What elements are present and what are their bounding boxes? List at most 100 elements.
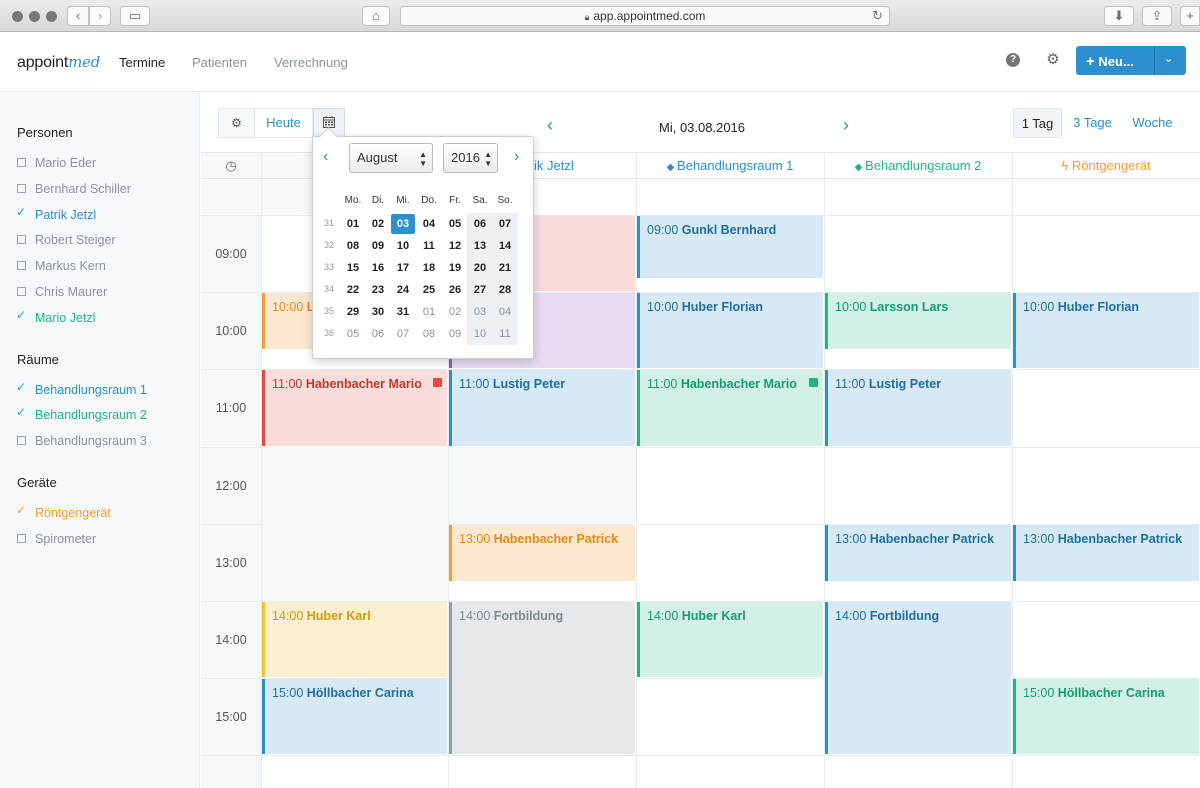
- date-cell[interactable]: 30: [366, 302, 390, 322]
- sidebar-item[interactable]: Behandlungsraum 1: [16, 380, 147, 397]
- sidebar-item[interactable]: Mario Jetzl: [16, 308, 95, 325]
- column-header[interactable]: ◆ Behandlungsraum 1: [636, 152, 824, 179]
- date-cell[interactable]: 08: [417, 324, 441, 344]
- appointment[interactable]: 15:00 Höllbacher Carina: [262, 679, 447, 755]
- date-cell[interactable]: 08: [341, 236, 365, 256]
- next-day-button[interactable]: ›: [843, 115, 849, 136]
- sidebar-item[interactable]: Mario Eder: [17, 156, 96, 170]
- checked-checkbox-icon[interactable]: [16, 405, 26, 419]
- date-cell[interactable]: 05: [443, 214, 467, 234]
- column-header[interactable]: ◆ Behandlungsraum 2: [824, 152, 1012, 179]
- date-cell[interactable]: 13: [468, 236, 492, 256]
- sidebar-item[interactable]: Behandlungsraum 2: [16, 405, 147, 422]
- date-cell[interactable]: 02: [443, 302, 467, 322]
- date-cell[interactable]: 06: [468, 214, 492, 234]
- close-window-button[interactable]: [12, 11, 23, 22]
- date-cell[interactable]: 04: [493, 302, 517, 322]
- sidebar-toggle-button[interactable]: ▭: [120, 6, 150, 26]
- sidebar-item[interactable]: Bernhard Schiller: [17, 182, 131, 196]
- year-select[interactable]: 2016 ▲ ▼: [443, 143, 498, 173]
- new-tab-button[interactable]: +: [1180, 6, 1200, 26]
- date-cell[interactable]: 01: [341, 214, 365, 234]
- date-cell[interactable]: 18: [417, 258, 441, 278]
- date-cell[interactable]: 27: [468, 280, 492, 300]
- appointment[interactable]: 14:00 Fortbildung: [449, 602, 635, 755]
- browser-forward-button[interactable]: ›: [89, 6, 111, 26]
- date-cell[interactable]: 12: [443, 236, 467, 256]
- checked-checkbox-icon[interactable]: [16, 380, 26, 394]
- sidebar-item[interactable]: Chris Maurer: [17, 285, 107, 299]
- date-cell[interactable]: 10: [468, 324, 492, 344]
- appointment[interactable]: 15:00 Höllbacher Carina: [1013, 679, 1199, 755]
- checkbox-icon[interactable]: [17, 235, 26, 245]
- share-button[interactable]: ⇪: [1142, 6, 1172, 26]
- home-button[interactable]: ⌂: [362, 6, 390, 26]
- view-3-tage[interactable]: 3 Tage: [1065, 108, 1120, 138]
- date-cell[interactable]: 22: [341, 280, 365, 300]
- date-cell[interactable]: 15: [341, 258, 365, 278]
- checkbox-icon[interactable]: [17, 183, 26, 193]
- new-button[interactable]: + Neu... ⌄: [1076, 46, 1186, 75]
- date-cell[interactable]: 23: [366, 280, 390, 300]
- date-cell[interactable]: 21: [493, 258, 517, 278]
- picker-next-month-button[interactable]: ›: [514, 148, 519, 166]
- date-cell[interactable]: 07: [493, 214, 517, 234]
- note-icon[interactable]: [433, 378, 442, 388]
- date-cell[interactable]: 01: [417, 302, 441, 322]
- appointment[interactable]: 10:00 Larsson Lars: [825, 293, 1011, 350]
- date-cell[interactable]: 25: [417, 280, 441, 300]
- appointment[interactable]: 13:00 Habenbacher Patrick: [825, 524, 1011, 581]
- note-icon[interactable]: [809, 378, 818, 388]
- checkbox-icon[interactable]: [17, 158, 26, 167]
- date-cell[interactable]: 02: [366, 214, 390, 234]
- appointment[interactable]: 13:00 Habenbacher Patrick: [449, 524, 635, 581]
- appointment[interactable]: 11:00 Habenbacher Mario: [637, 370, 823, 446]
- date-cell[interactable]: 26: [443, 280, 467, 300]
- checkbox-icon[interactable]: [17, 261, 26, 271]
- address-bar[interactable]: 🔒︎ app.appointmed.com ↻: [400, 6, 890, 26]
- prev-day-button[interactable]: ‹: [547, 115, 553, 136]
- picker-prev-month-button[interactable]: ‹: [323, 148, 328, 166]
- date-cell[interactable]: 03: [468, 302, 492, 322]
- appointment[interactable]: 14:00 Huber Karl: [637, 602, 823, 678]
- sidebar-item[interactable]: Robert Steiger: [17, 233, 116, 247]
- month-select[interactable]: August ▲ ▼: [349, 143, 433, 173]
- chevron-down-icon[interactable]: ⌄: [1164, 52, 1173, 65]
- sidebar-item[interactable]: Spirometer: [17, 532, 96, 546]
- appointment[interactable]: 11:00 Habenbacher Mario: [262, 370, 447, 446]
- column-header[interactable]: ϟ Röntgengerät: [1012, 152, 1200, 179]
- date-cell[interactable]: 11: [493, 324, 517, 344]
- date-cell[interactable]: 10: [391, 236, 415, 256]
- sidebar-item[interactable]: Behandlungsraum 3: [17, 434, 147, 448]
- appointment[interactable]: 11:00 Lustig Peter: [449, 370, 635, 446]
- date-cell[interactable]: 14: [493, 236, 517, 256]
- date-cell[interactable]: 09: [443, 324, 467, 344]
- date-cell[interactable]: 06: [366, 324, 390, 344]
- browser-back-button[interactable]: ‹: [67, 6, 89, 26]
- appointment[interactable]: 11:00 Lustig Peter: [825, 370, 1011, 446]
- appointment[interactable]: 10:00 Huber Florian: [1013, 293, 1199, 369]
- date-cell[interactable]: 31: [391, 302, 415, 322]
- help-icon[interactable]: ?: [1006, 53, 1020, 67]
- date-cell[interactable]: 29: [341, 302, 365, 322]
- checked-checkbox-icon[interactable]: [16, 503, 26, 517]
- appointment[interactable]: 10:00 Huber Florian: [637, 293, 823, 369]
- sidebar-item[interactable]: Markus Kern: [17, 259, 106, 273]
- downloads-button[interactable]: ⬇︎: [1104, 6, 1134, 26]
- today-button[interactable]: Heute: [255, 108, 313, 138]
- checked-checkbox-icon[interactable]: [16, 205, 26, 219]
- minimize-window-button[interactable]: [29, 11, 40, 22]
- nav-termine[interactable]: Termine: [119, 55, 165, 70]
- checkbox-icon[interactable]: [17, 287, 26, 296]
- nav-patienten[interactable]: Patienten: [192, 55, 247, 70]
- date-cell[interactable]: 24: [391, 280, 415, 300]
- date-cell[interactable]: 19: [443, 258, 467, 278]
- checked-checkbox-icon[interactable]: [16, 308, 26, 322]
- date-cell[interactable]: 17: [391, 258, 415, 278]
- gear-icon[interactable]: ⚙: [1046, 52, 1060, 67]
- date-cell[interactable]: 04: [417, 214, 441, 234]
- date-cell[interactable]: 07: [391, 324, 415, 344]
- sidebar-item[interactable]: Röntgengerät: [16, 503, 111, 520]
- date-cell[interactable]: 11: [417, 236, 441, 256]
- checkbox-icon[interactable]: [17, 533, 26, 543]
